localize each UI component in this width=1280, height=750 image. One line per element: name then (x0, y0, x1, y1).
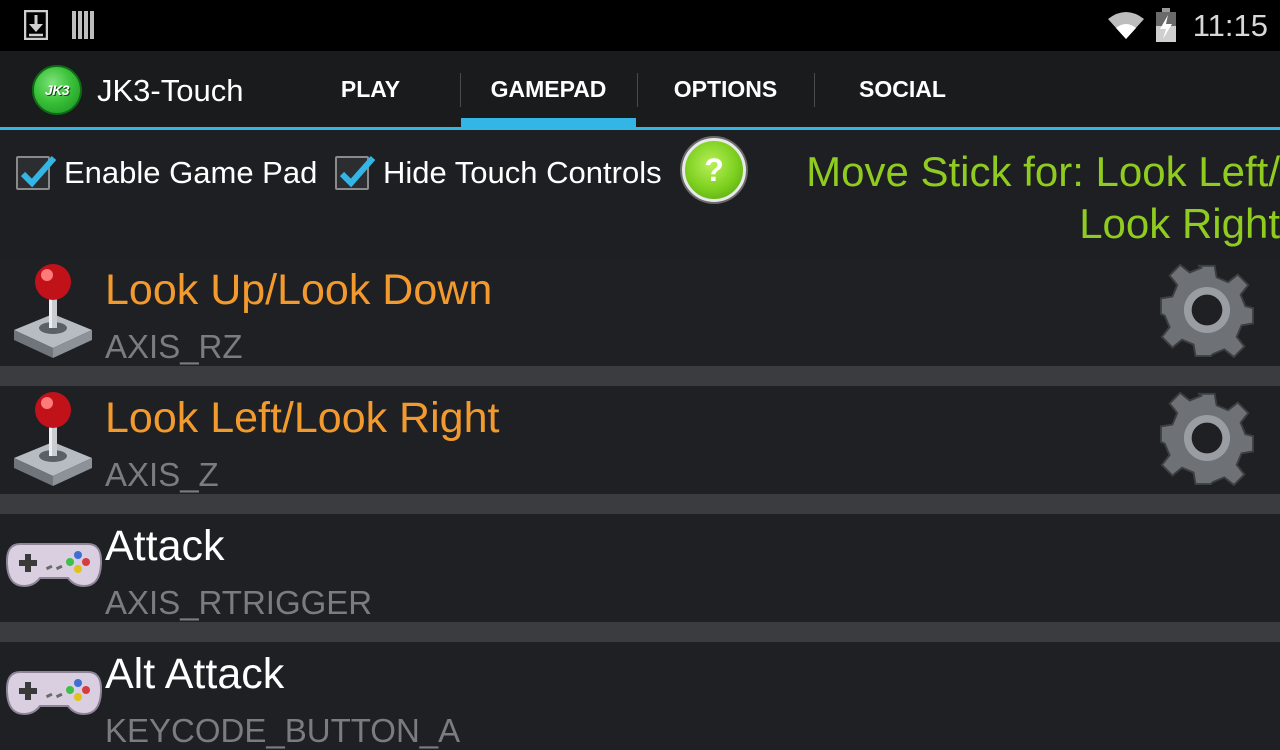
status-time: 11:15 (1192, 8, 1268, 43)
tab-gamepad-label: GAMEPAD (490, 75, 607, 102)
list-item[interactable]: Look Up/Look Down AXIS_RZ (0, 258, 1280, 366)
list-divider (0, 366, 1280, 386)
tab-options-label: OPTIONS (673, 75, 778, 102)
battery-icon (1154, 8, 1178, 47)
wifi-icon (1106, 10, 1146, 45)
status-bar: 11:15 (0, 0, 1280, 51)
app-logo-text: JK3 (44, 82, 70, 98)
download-icon (23, 9, 49, 45)
tab-play-label: PLAY (340, 75, 401, 102)
help-question-icon: ? (704, 151, 724, 188)
move-stick-prompt-line1: Move Stick for: Look Left/ (806, 148, 1280, 195)
tab-gamepad[interactable]: GAMEPAD (461, 51, 636, 127)
gear-icon[interactable] (1158, 262, 1256, 363)
move-stick-prompt: Move Stick for: Look Left/ Look Right (760, 146, 1280, 250)
gamepad-icon (5, 542, 103, 593)
list-item-title: Alt Attack (105, 650, 285, 698)
barcode-icon (72, 10, 96, 45)
list-divider (0, 622, 1280, 642)
list-item-subtitle: AXIS_Z (105, 456, 219, 493)
list-item-subtitle: AXIS_RZ (105, 328, 243, 365)
tab-play[interactable]: PLAY (282, 51, 459, 127)
list-item-subtitle: AXIS_RTRIGGER (105, 584, 373, 621)
action-bar: JK3 JK3-Touch PLAY GAMEPAD OPTIONS SOCIA… (0, 51, 1280, 130)
gear-icon[interactable] (1158, 390, 1256, 491)
app-logo-icon[interactable]: JK3 (32, 65, 82, 115)
list-item-title: Attack (105, 522, 225, 570)
tab-options[interactable]: OPTIONS (638, 51, 813, 127)
list-item[interactable]: Look Left/Look Right AXIS_Z (0, 386, 1280, 494)
list-divider (0, 494, 1280, 514)
enable-game-pad-checkbox[interactable] (16, 156, 57, 190)
list-item-subtitle: KEYCODE_BUTTON_A (105, 712, 461, 749)
list-item[interactable]: Attack AXIS_RTRIGGER (0, 514, 1280, 622)
help-button[interactable]: ? (682, 138, 746, 202)
move-stick-prompt-line2: Look Right (1079, 200, 1280, 247)
checkmark-icon (339, 156, 376, 188)
selected-tab-indicator (461, 118, 636, 127)
checkmark-icon (20, 156, 57, 188)
tab-social-label: SOCIAL (859, 75, 946, 102)
hide-touch-controls-checkbox[interactable] (335, 156, 376, 190)
gamepad-icon (5, 670, 103, 721)
hide-touch-controls-label[interactable]: Hide Touch Controls (383, 155, 662, 191)
list-item-title: Look Left/Look Right (105, 394, 500, 442)
app-title: JK3-Touch (97, 73, 244, 108)
tab-social[interactable]: SOCIAL (815, 51, 990, 127)
gamepad-options-row: Enable Game Pad Hide Touch Controls ? Mo… (0, 130, 1280, 247)
list-item[interactable]: Alt Attack KEYCODE_BUTTON_A (0, 642, 1280, 750)
joystick-icon (10, 260, 96, 365)
enable-game-pad-label[interactable]: Enable Game Pad (64, 155, 317, 191)
joystick-icon (10, 388, 96, 493)
list-item-title: Look Up/Look Down (105, 266, 493, 314)
